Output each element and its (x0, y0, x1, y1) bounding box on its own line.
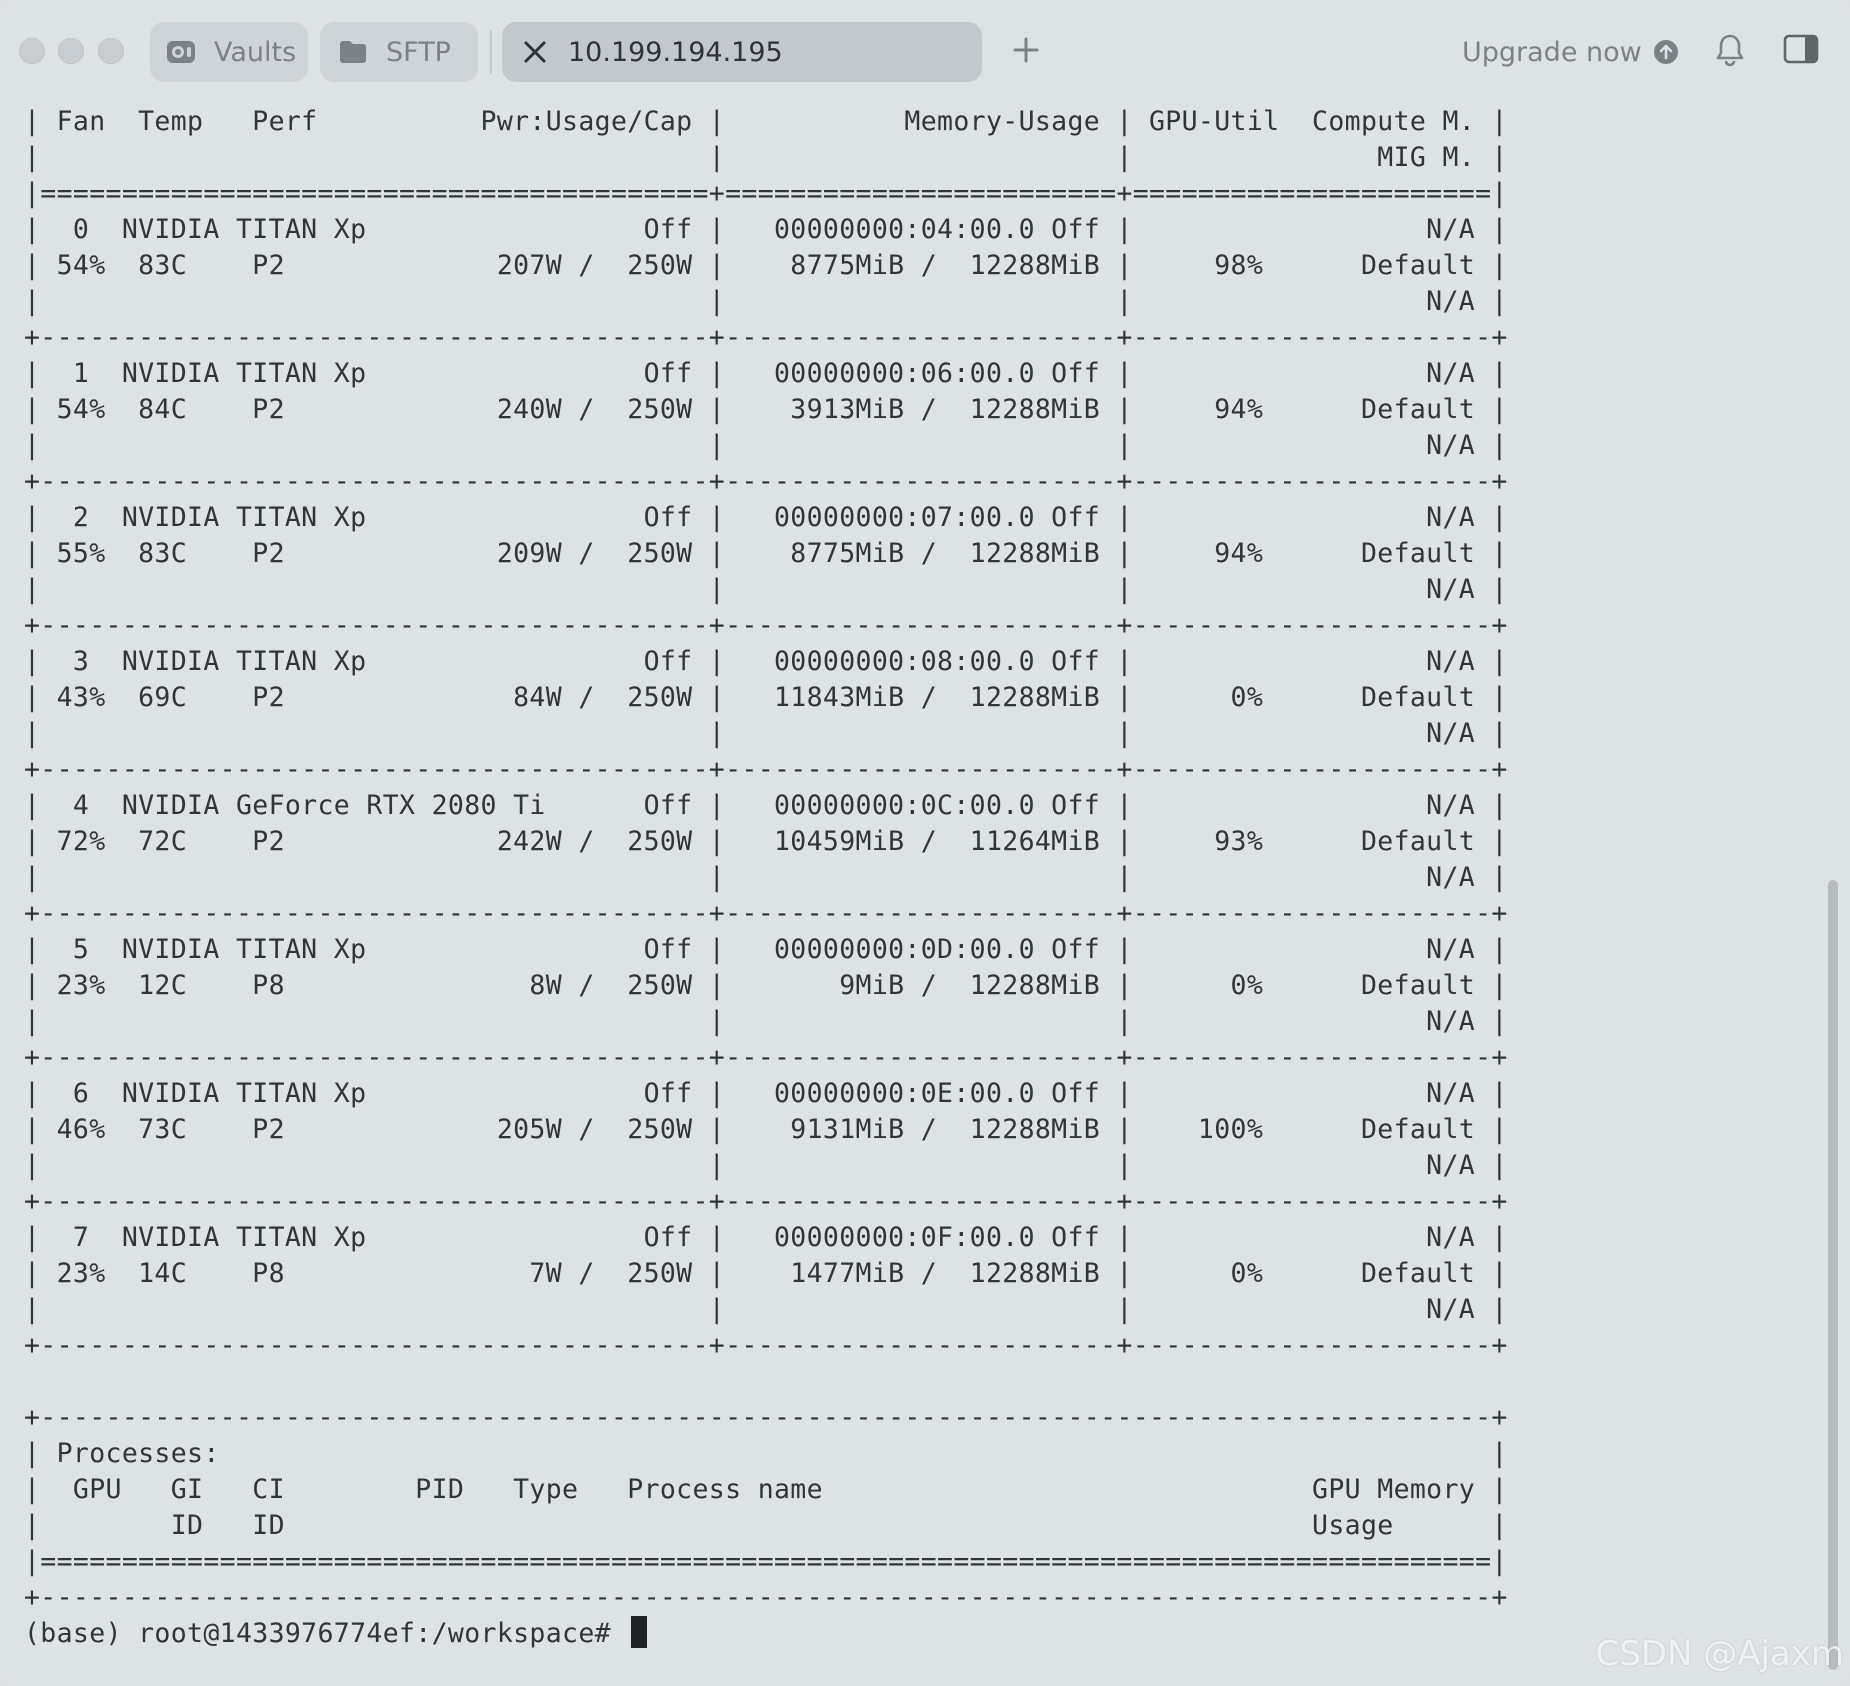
terminal-line: +---------------------------------------… (24, 1186, 1508, 1217)
terminal-line: | 3 NVIDIA TITAN Xp Off | 00000000:08:00… (24, 646, 1508, 677)
terminal-line: | 72% 72C P2 242W / 250W | 10459MiB / 11… (24, 826, 1508, 857)
terminal-line: +---------------------------------------… (24, 1330, 1508, 1361)
terminal-line: |=======================================… (24, 178, 1508, 209)
terminal-line: | 1 NVIDIA TITAN Xp Off | 00000000:06:00… (24, 358, 1508, 389)
notifications-button[interactable] (1712, 32, 1748, 72)
scrollbar-thumb[interactable] (1828, 880, 1838, 1670)
terminal-line: | GPU GI CI PID Type Process name GPU Me… (24, 1474, 1508, 1505)
terminal-line: | | | N/A | (24, 430, 1508, 461)
terminal-line: +---------------------------------------… (24, 466, 1508, 497)
terminal-line: | 46% 73C P2 205W / 250W | 9131MiB / 122… (24, 1114, 1508, 1145)
terminal-line: | 54% 83C P2 207W / 250W | 8775MiB / 122… (24, 250, 1508, 281)
close-window-button[interactable] (19, 38, 45, 64)
tab-host-session[interactable]: 10.199.194.195 (502, 22, 982, 82)
bell-icon (1715, 33, 1745, 72)
terminal-window: Vaults SFTP 10.199.194.195 Upgrade now |… (0, 0, 1850, 1686)
tab-host-label: 10.199.194.195 (568, 36, 783, 68)
toggle-side-panel-button[interactable] (1782, 34, 1820, 68)
terminal-line: | ID ID Usage | (24, 1510, 1508, 1541)
terminal-line: | | | N/A | (24, 718, 1508, 749)
terminal-line: +---------------------------------------… (24, 754, 1508, 785)
terminal-line: | | | N/A | (24, 1150, 1508, 1181)
arrow-up-circle-icon (1653, 40, 1678, 64)
sidebar-panel-icon (1783, 34, 1819, 69)
tab-vaults-label: Vaults (214, 36, 297, 68)
terminal-line: | 54% 84C P2 240W / 250W | 3913MiB / 122… (24, 394, 1508, 425)
terminal-line: +---------------------------------------… (24, 322, 1508, 353)
tab-sftp[interactable]: SFTP (320, 22, 478, 82)
terminal-text: | Fan Temp Perf Pwr:Usage/Cap | Memory-U… (24, 104, 1508, 1652)
vault-icon (164, 35, 198, 69)
title-bar: Vaults SFTP 10.199.194.195 Upgrade now (0, 0, 1850, 104)
terminal-line: | | | MIG M. | (24, 142, 1508, 173)
terminal-line: +---------------------------------------… (24, 898, 1508, 929)
terminal-line: | | | N/A | (24, 286, 1508, 317)
prompt-line[interactable]: (base) root@1433976774ef:/workspace# (24, 1616, 1508, 1652)
terminal-output[interactable]: | Fan Temp Perf Pwr:Usage/Cap | Memory-U… (0, 104, 1826, 1686)
terminal-line: | 55% 83C P2 209W / 250W | 8775MiB / 122… (24, 538, 1508, 569)
upgrade-label: Upgrade now (1462, 36, 1642, 68)
tab-separator (490, 30, 492, 74)
terminal-line: | 23% 12C P8 8W / 250W | 9MiB / 12288MiB… (24, 970, 1508, 1001)
terminal-line: | | | N/A | (24, 862, 1508, 893)
plus-icon (1013, 37, 1039, 68)
terminal-line: +---------------------------------------… (24, 1042, 1508, 1073)
terminal-line: | 2 NVIDIA TITAN Xp Off | 00000000:07:00… (24, 502, 1508, 533)
text-cursor (631, 1616, 648, 1648)
terminal-line: | | | N/A | (24, 574, 1508, 605)
folder-icon (336, 35, 370, 69)
watermark: CSDN @Ajaxm (1595, 1634, 1844, 1674)
zoom-window-button[interactable] (98, 38, 124, 64)
terminal-line: | 5 NVIDIA TITAN Xp Off | 00000000:0D:00… (24, 934, 1508, 965)
terminal-line: +---------------------------------------… (24, 1402, 1508, 1433)
terminal-line: +---------------------------------------… (24, 1582, 1508, 1613)
new-tab-button[interactable] (1006, 30, 1046, 74)
terminal-line: | 43% 69C P2 84W / 250W | 11843MiB / 122… (24, 682, 1508, 713)
tab-vaults[interactable]: Vaults (150, 22, 308, 82)
terminal-line: +---------------------------------------… (24, 610, 1508, 641)
tab-sftp-label: SFTP (386, 36, 451, 68)
terminal-line: | 4 NVIDIA GeForce RTX 2080 Ti Off | 000… (24, 790, 1508, 821)
terminal-line: | Processes: | (24, 1438, 1508, 1469)
terminal-line: | 7 NVIDIA TITAN Xp Off | 00000000:0F:00… (24, 1222, 1508, 1253)
shell-prompt: (base) root@1433976774ef:/workspace# (24, 1618, 628, 1649)
terminal-line: | Fan Temp Perf Pwr:Usage/Cap | Memory-U… (24, 106, 1508, 137)
upgrade-button[interactable]: Upgrade now (1462, 30, 1678, 74)
terminal-line: | | | N/A | (24, 1294, 1508, 1325)
terminal-line: |=======================================… (24, 1546, 1508, 1577)
terminal-line: | | | N/A | (24, 1006, 1508, 1037)
terminal-line: | 6 NVIDIA TITAN Xp Off | 00000000:0E:00… (24, 1078, 1508, 1109)
close-icon[interactable] (518, 35, 552, 69)
minimize-window-button[interactable] (58, 38, 84, 64)
terminal-line: | 0 NVIDIA TITAN Xp Off | 00000000:04:00… (24, 214, 1508, 245)
terminal-line: | 23% 14C P8 7W / 250W | 1477MiB / 12288… (24, 1258, 1508, 1289)
